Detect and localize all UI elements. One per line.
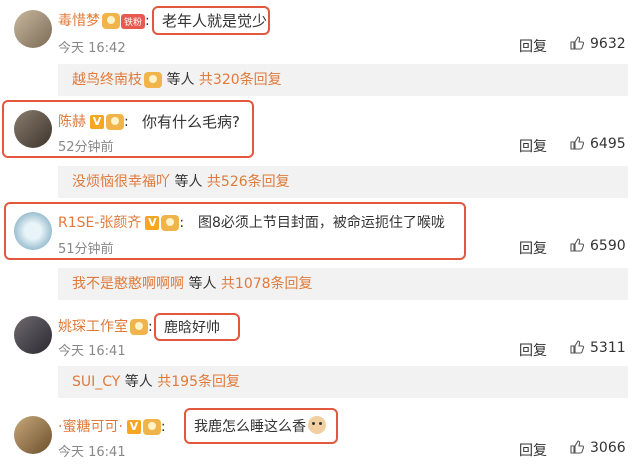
comment-text: 你有什么毛病? [142,113,240,131]
reply-user[interactable]: 我不是憨憨啊啊啊 [72,276,184,292]
like-button[interactable]: 6495 [570,136,626,152]
medal-icon [161,215,180,231]
medal-icon [144,72,162,88]
like-button[interactable]: 9632 [570,36,626,52]
like-count: 5311 [590,340,626,356]
thumb-up-icon [570,136,584,150]
medal-icon [106,114,124,130]
timestamp: 今天 16:41 [58,344,126,359]
replies-summary[interactable]: 越鸟终南枝 等人 共320条回复 [58,64,628,96]
timestamp: 52分钟前 [58,140,114,155]
avatar[interactable] [14,10,52,48]
like-count: 9632 [590,36,626,52]
like-button[interactable]: 5311 [570,340,626,356]
thumb-up-icon [570,440,584,454]
replies-summary[interactable]: 我不是憨憨啊啊啊 等人 共1078条回复 [58,268,628,300]
sleepy-dog-emoji-icon [308,416,326,434]
reply-button[interactable]: 回复 [519,238,547,258]
replies-summary[interactable]: 没烦恼很幸福吖 等人 共526条回复 [58,166,628,198]
comment-text: 老年人就是觉少 [162,12,268,30]
like-button[interactable]: 3066 [570,440,626,456]
username[interactable]: R1SE-张颜齐 V: [58,212,184,232]
avatar[interactable] [14,110,52,148]
thumb-up-icon [570,238,584,252]
reply-button[interactable]: 回复 [519,340,547,360]
avatar[interactable] [14,416,52,454]
timestamp: 今天 16:42 [58,41,126,56]
reply-button[interactable]: 回复 [519,440,547,460]
like-count: 6590 [590,238,626,254]
username[interactable]: 陈赫 V: [58,111,129,131]
timestamp: 今天 16:41 [58,445,126,460]
timestamp: 51分钟前 [58,242,114,257]
verified-icon: V [145,216,160,230]
reply-user[interactable]: 越鸟终南枝 [72,72,142,88]
thumb-up-icon [570,36,584,50]
reply-count-link[interactable]: 共526条回复 [207,174,290,190]
username[interactable]: 姚琛工作室: [58,316,153,336]
replies-summary[interactable]: SUI_CY 等人 共195条回复 [58,366,628,398]
thumb-up-icon [570,340,584,354]
medal-icon [102,13,120,29]
like-count: 6495 [590,136,626,152]
reply-count-link[interactable]: 共195条回复 [157,374,240,390]
comment-text: 我鹿怎么睡这么香 [194,416,326,436]
medal-icon [130,319,148,335]
comment-text: 图8必须上节目封面，被命运扼住了喉咙 [198,215,445,231]
avatar[interactable] [14,316,52,354]
verified-icon: V [90,115,104,129]
reply-user[interactable]: 没烦恼很幸福吖 [72,174,170,190]
fan-badge: 铁粉 [121,13,146,29]
reply-user[interactable]: SUI_CY [72,374,120,390]
username[interactable]: 毒惜梦 铁粉: [58,10,150,30]
verified-icon: V [126,420,141,434]
like-button[interactable]: 6590 [570,238,626,254]
reply-count-link[interactable]: 共1078条回复 [221,276,313,292]
reply-count-link[interactable]: 共320条回复 [199,72,282,88]
reply-button[interactable]: 回复 [519,36,547,56]
medal-icon [142,419,161,435]
reply-button[interactable]: 回复 [519,136,547,156]
like-count: 3066 [590,440,626,456]
username[interactable]: ·蜜糖可可· V: [58,416,166,436]
comment-text: 鹿晗好帅 [164,320,220,336]
avatar[interactable] [14,212,52,250]
